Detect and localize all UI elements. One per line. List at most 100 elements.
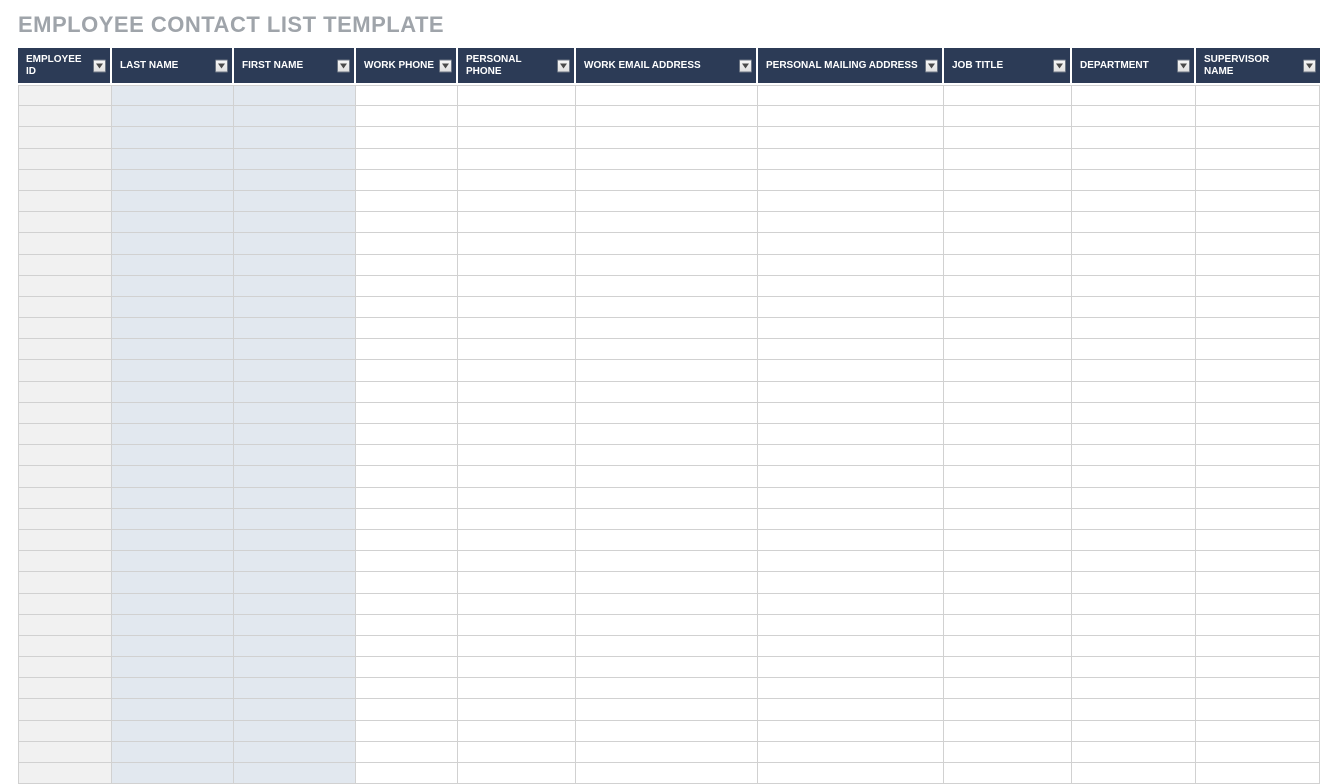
table-cell[interactable] (1196, 318, 1320, 339)
table-cell[interactable] (944, 594, 1072, 615)
table-cell[interactable] (458, 212, 576, 233)
table-cell[interactable] (758, 742, 944, 763)
table-cell[interactable] (18, 445, 112, 466)
column-header[interactable]: WORK EMAIL ADDRESS (576, 48, 758, 83)
column-header[interactable]: SUPERVISOR NAME (1196, 48, 1320, 83)
table-cell[interactable] (576, 297, 758, 318)
table-cell[interactable] (356, 551, 458, 572)
table-cell[interactable] (758, 255, 944, 276)
table-cell[interactable] (1072, 403, 1196, 424)
table-cell[interactable] (18, 360, 112, 381)
table-cell[interactable] (1072, 297, 1196, 318)
table-cell[interactable] (356, 615, 458, 636)
table-cell[interactable] (356, 170, 458, 191)
table-cell[interactable] (112, 212, 234, 233)
table-cell[interactable] (458, 318, 576, 339)
table-cell[interactable] (458, 615, 576, 636)
table-cell[interactable] (758, 678, 944, 699)
table-cell[interactable] (944, 678, 1072, 699)
table-cell[interactable] (758, 699, 944, 720)
table-cell[interactable] (356, 594, 458, 615)
table-cell[interactable] (112, 699, 234, 720)
table-cell[interactable] (356, 742, 458, 763)
table-cell[interactable] (944, 339, 1072, 360)
table-cell[interactable] (458, 339, 576, 360)
table-cell[interactable] (18, 170, 112, 191)
table-cell[interactable] (356, 149, 458, 170)
table-cell[interactable] (356, 318, 458, 339)
column-header[interactable]: LAST NAME (112, 48, 234, 83)
table-cell[interactable] (356, 657, 458, 678)
table-cell[interactable] (758, 551, 944, 572)
column-header[interactable]: PERSONAL MAILING ADDRESS (758, 48, 944, 83)
table-cell[interactable] (458, 255, 576, 276)
table-cell[interactable] (944, 170, 1072, 191)
table-cell[interactable] (1196, 85, 1320, 106)
table-cell[interactable] (356, 636, 458, 657)
table-cell[interactable] (356, 382, 458, 403)
table-cell[interactable] (458, 657, 576, 678)
table-cell[interactable] (758, 127, 944, 148)
table-cell[interactable] (234, 763, 356, 784)
table-cell[interactable] (944, 255, 1072, 276)
table-cell[interactable] (1072, 127, 1196, 148)
table-cell[interactable] (1072, 551, 1196, 572)
table-cell[interactable] (758, 276, 944, 297)
table-cell[interactable] (234, 127, 356, 148)
table-cell[interactable] (1196, 594, 1320, 615)
table-cell[interactable] (18, 85, 112, 106)
table-cell[interactable] (1072, 488, 1196, 509)
table-cell[interactable] (356, 572, 458, 593)
table-cell[interactable] (1196, 424, 1320, 445)
table-cell[interactable] (18, 318, 112, 339)
table-cell[interactable] (458, 636, 576, 657)
table-cell[interactable] (1196, 339, 1320, 360)
table-cell[interactable] (1072, 466, 1196, 487)
table-cell[interactable] (234, 233, 356, 254)
table-cell[interactable] (356, 530, 458, 551)
table-cell[interactable] (458, 297, 576, 318)
table-cell[interactable] (1196, 636, 1320, 657)
table-cell[interactable] (458, 763, 576, 784)
table-cell[interactable] (576, 530, 758, 551)
table-cell[interactable] (944, 127, 1072, 148)
table-cell[interactable] (758, 445, 944, 466)
table-cell[interactable] (1072, 106, 1196, 127)
table-cell[interactable] (112, 530, 234, 551)
table-cell[interactable] (356, 191, 458, 212)
column-header[interactable]: EMPLOYEE ID (18, 48, 112, 83)
table-cell[interactable] (758, 85, 944, 106)
table-cell[interactable] (1072, 530, 1196, 551)
table-cell[interactable] (234, 149, 356, 170)
table-cell[interactable] (356, 233, 458, 254)
table-cell[interactable] (18, 106, 112, 127)
table-cell[interactable] (234, 297, 356, 318)
table-cell[interactable] (758, 170, 944, 191)
table-cell[interactable] (758, 530, 944, 551)
table-cell[interactable] (112, 424, 234, 445)
filter-dropdown-icon[interactable] (439, 59, 452, 72)
table-cell[interactable] (944, 763, 1072, 784)
table-cell[interactable] (356, 721, 458, 742)
table-cell[interactable] (1196, 170, 1320, 191)
table-cell[interactable] (18, 297, 112, 318)
table-cell[interactable] (234, 657, 356, 678)
table-cell[interactable] (112, 551, 234, 572)
table-cell[interactable] (1072, 170, 1196, 191)
table-cell[interactable] (234, 530, 356, 551)
column-header[interactable]: FIRST NAME (234, 48, 356, 83)
table-cell[interactable] (576, 763, 758, 784)
table-cell[interactable] (234, 699, 356, 720)
table-cell[interactable] (1196, 233, 1320, 254)
table-cell[interactable] (18, 403, 112, 424)
table-cell[interactable] (234, 445, 356, 466)
table-cell[interactable] (1196, 488, 1320, 509)
table-cell[interactable] (758, 403, 944, 424)
table-cell[interactable] (112, 106, 234, 127)
filter-dropdown-icon[interactable] (337, 59, 350, 72)
table-cell[interactable] (944, 106, 1072, 127)
table-cell[interactable] (234, 551, 356, 572)
table-cell[interactable] (944, 530, 1072, 551)
table-cell[interactable] (356, 509, 458, 530)
table-cell[interactable] (458, 191, 576, 212)
